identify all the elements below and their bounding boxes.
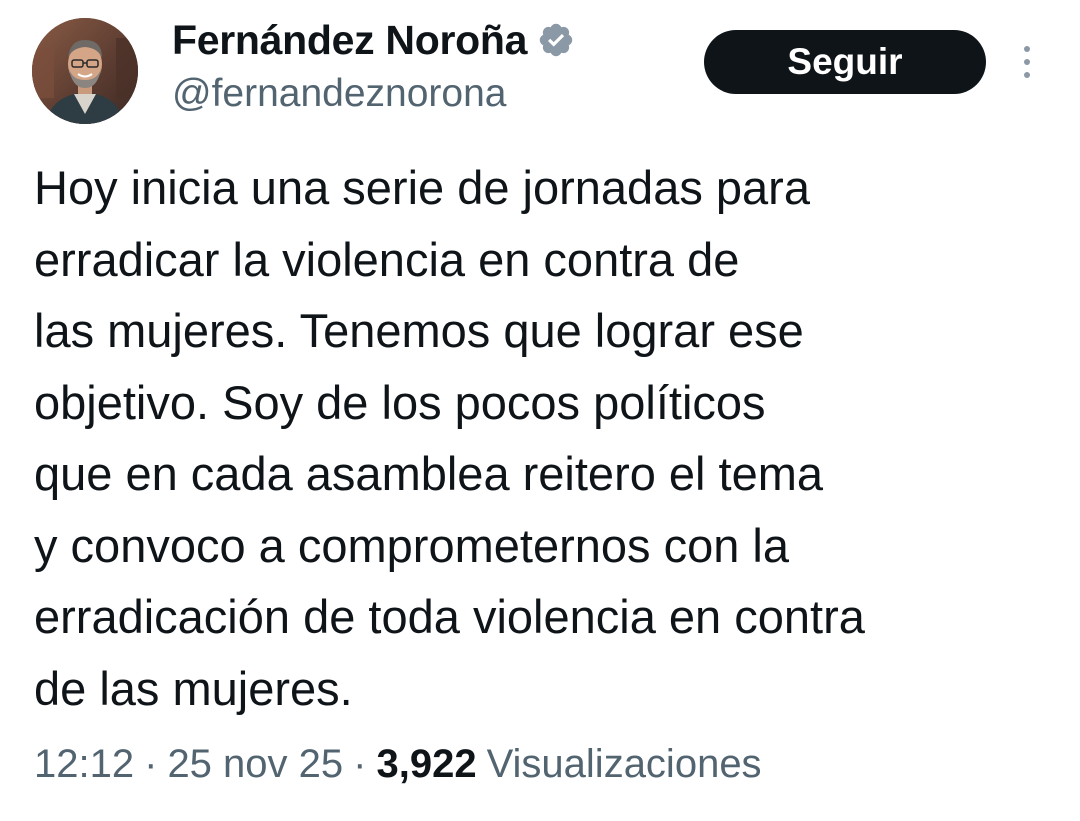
more-vertical-icon[interactable] <box>1010 40 1044 84</box>
author-display-name[interactable]: Fernández Noroña <box>172 17 527 64</box>
tweet-text-line: que en cada asamblea reitero el tema <box>34 447 824 500</box>
tweet-text-line: erradicación de toda violencia en contra <box>34 590 865 643</box>
tweet-text-line: erradicar la violencia en contra de <box>34 232 740 286</box>
views-label: Visualizaciones <box>486 741 762 786</box>
avatar[interactable] <box>32 18 138 124</box>
more-dot <box>1024 72 1030 78</box>
more-dot <box>1024 59 1030 65</box>
tweet-date[interactable]: 25 nov 25 <box>167 742 343 787</box>
tweet-text-line: Hoy inicia una serie de jornadas para <box>34 161 810 214</box>
author-name-row: Fernández Noroña <box>172 14 575 66</box>
views-count: 3,922 <box>376 741 477 786</box>
tweet-text-line: las mujeres. Tenemos que lograr ese <box>34 304 804 357</box>
tweet-meta: 12:12 · 25 nov 25 · 3,922 Visualizacione… <box>34 734 762 794</box>
author-handle[interactable]: @fernandeznorona <box>172 72 507 116</box>
tweet-text-line: objetivo. Soy de los pocos políticos <box>34 375 766 429</box>
tweet-text: Hoy inicia una serie de jornadas para er… <box>34 152 1064 724</box>
avatar-photo <box>32 18 138 124</box>
verified-badge-icon <box>537 21 575 59</box>
tweet-text-line: de las mujeres. <box>34 661 353 715</box>
tweet-time[interactable]: 12:12 <box>34 742 134 787</box>
meta-separator: · <box>353 741 367 786</box>
more-dot <box>1024 46 1030 52</box>
tweet-text-line: y convoco a comprometernos con la <box>34 518 789 572</box>
follow-button[interactable]: Seguir <box>704 30 986 94</box>
meta-separator: · <box>144 741 158 786</box>
tweet-card: Fernández Noroña @fernandeznorona Seguir… <box>0 0 1080 821</box>
